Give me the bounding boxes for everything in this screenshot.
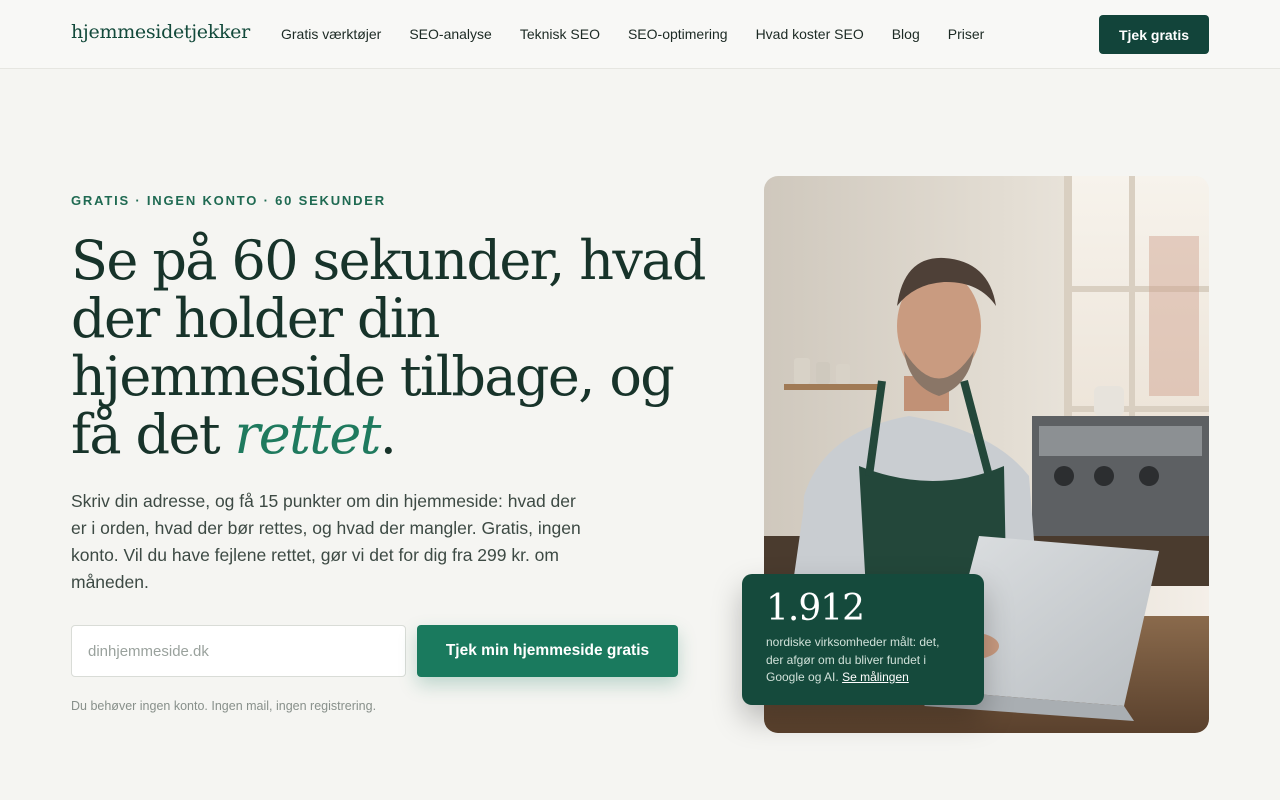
- headline-end: .: [379, 403, 397, 466]
- nav-item-gratis-vaerktoejer[interactable]: Gratis værktøjer: [281, 25, 381, 43]
- hero-lead: Skriv din adresse, og få 15 punkter om d…: [71, 491, 581, 592]
- hero-note: Du behøver ingen konto. Ingen mail, inge…: [71, 699, 377, 713]
- site-header: hjemmesidetjekker Gratis værktøjer SEO-a…: [0, 0, 1280, 69]
- nav-item-hvad-koster-seo[interactable]: Hvad koster SEO: [756, 25, 864, 43]
- header-cta-button[interactable]: Tjek gratis: [1099, 15, 1209, 54]
- nav-item-priser[interactable]: Priser: [948, 25, 985, 43]
- website-url-input[interactable]: [71, 625, 406, 677]
- brand-logo[interactable]: hjemmesidetjekker: [71, 21, 250, 43]
- main-nav: Gratis værktøjer SEO-analyse Teknisk SEO…: [281, 25, 1012, 43]
- headline-accent: rettet: [234, 403, 382, 466]
- stat-description: nordiske virksomheder målt: det, der afg…: [766, 634, 960, 687]
- see-measurement-link[interactable]: Se målingen: [842, 670, 909, 684]
- hero-eyebrow: GRATIS · INGEN KONTO · 60 SEKUNDER: [71, 193, 386, 208]
- nav-item-teknisk-seo[interactable]: Teknisk SEO: [520, 25, 600, 43]
- stat-number: 1.912: [766, 588, 865, 629]
- nav-item-seo-analyse[interactable]: SEO-analyse: [409, 25, 491, 43]
- nav-item-seo-optimering[interactable]: SEO-optimering: [628, 25, 728, 43]
- nav-item-blog[interactable]: Blog: [892, 25, 920, 43]
- check-website-button[interactable]: Tjek min hjemmeside gratis: [417, 625, 678, 677]
- hero-headline: Se på 60 sekunder, hvad der holder din h…: [71, 232, 711, 464]
- stat-card: 1.912 nordiske virksomheder målt: det, d…: [742, 574, 984, 705]
